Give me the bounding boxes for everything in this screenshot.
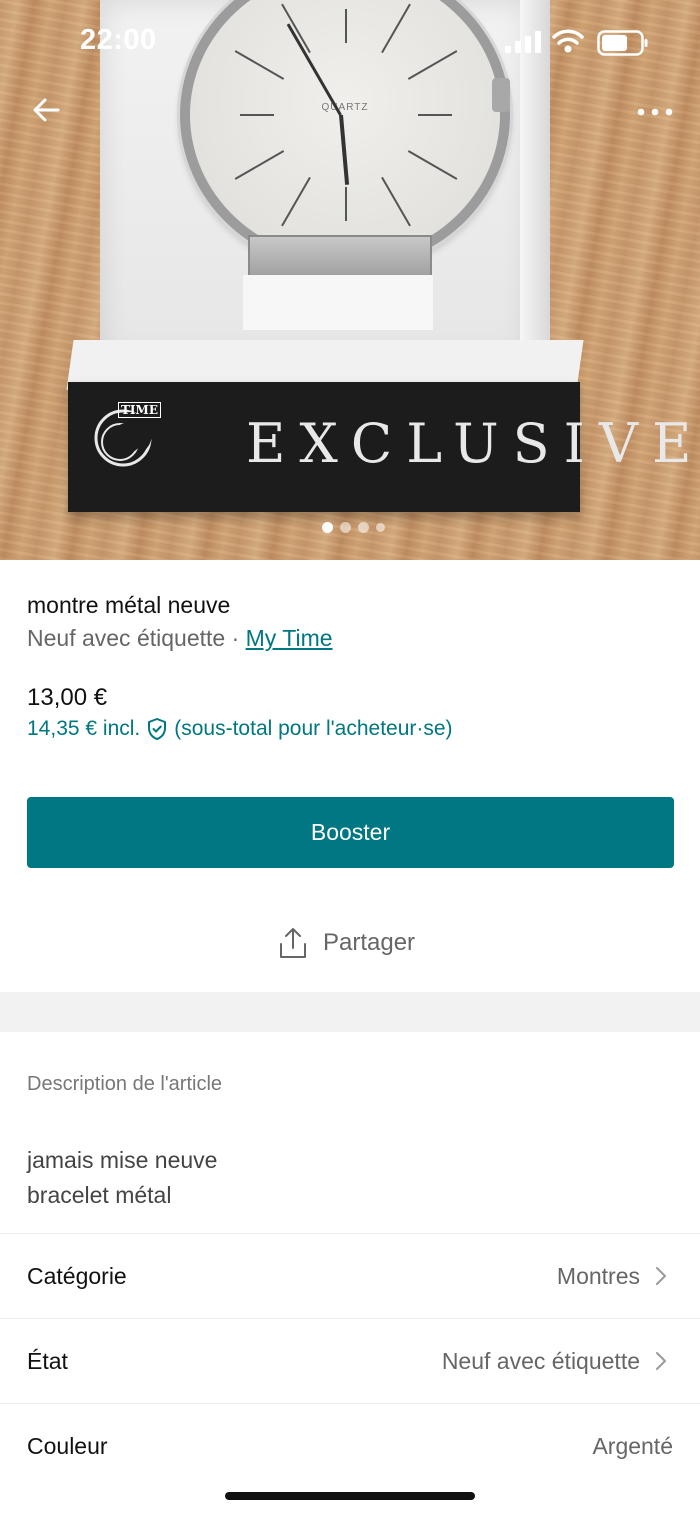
- share-button[interactable]: Partager: [277, 926, 415, 960]
- booster-button[interactable]: Booster: [27, 797, 674, 868]
- dial-tick: [418, 114, 452, 116]
- description-label: Description de l'article: [27, 1073, 223, 1095]
- carousel-dot: [376, 523, 385, 532]
- attribute-value: Neuf avec étiquette: [441, 1347, 640, 1374]
- dial-tick: [407, 150, 458, 180]
- chevron-right-icon: [656, 1352, 666, 1370]
- dial-tick: [240, 114, 274, 116]
- dial-text: QUARTZ: [321, 102, 369, 113]
- more-icon[interactable]: [632, 100, 678, 124]
- battery-icon: [597, 30, 648, 56]
- cellular-signal-icon: [505, 31, 541, 53]
- status-bar: 22:00: [0, 0, 700, 84]
- attribute-key: Couleur: [27, 1432, 108, 1459]
- attribute-row-category[interactable]: Catégorie Montres: [0, 1233, 700, 1318]
- band-text: EXCLUSIVE: [246, 412, 700, 475]
- back-arrow-icon[interactable]: [28, 92, 64, 128]
- chevron-right-icon: [656, 1267, 666, 1285]
- brand-link[interactable]: My Time: [246, 625, 333, 651]
- wifi-icon: [552, 29, 584, 53]
- carousel-dot: [358, 522, 369, 533]
- buyer-price-note: (sous-total pour l'acheteur·se): [174, 717, 453, 740]
- attribute-key: État: [27, 1347, 68, 1374]
- item-title: montre métal neuve: [27, 592, 231, 618]
- hour-hand: [339, 114, 350, 185]
- attribute-row-state[interactable]: État Neuf avec étiquette: [0, 1318, 700, 1403]
- home-indicator: [225, 1492, 475, 1500]
- dial-tick: [234, 150, 285, 180]
- section-divider: [0, 992, 700, 1032]
- buyer-price-value: 14,35 € incl.: [27, 717, 141, 740]
- status-time: 22:00: [80, 24, 157, 56]
- subtitle-separator: ·: [231, 625, 240, 651]
- carousel-dot: [322, 522, 333, 533]
- buyer-price[interactable]: 14,35 € incl. (sous-total pour l'acheteu…: [27, 717, 453, 741]
- attribute-value: Montres: [556, 1262, 640, 1289]
- description-line: jamais mise neuve: [27, 1147, 218, 1173]
- share-icon: [280, 928, 306, 958]
- attribute-row-color: Couleur Argenté: [0, 1403, 700, 1488]
- description-text: jamais mise neuve bracelet métal: [27, 1143, 217, 1213]
- dial-tick: [281, 176, 311, 227]
- attribute-key: Catégorie: [27, 1262, 127, 1289]
- attribute-value: Argenté: [592, 1432, 673, 1459]
- box-band: TIME EXCLUSIVE: [68, 382, 691, 512]
- item-photo[interactable]: QUARTZ TIME EXCLUSIVE: [0, 0, 700, 560]
- item-price: 13,00 €: [27, 684, 108, 711]
- carousel-dot: [340, 522, 351, 533]
- watch-stand: [243, 275, 433, 330]
- share-label: Partager: [323, 929, 416, 956]
- logo-tag: TIME: [118, 402, 161, 418]
- dial-tick: [345, 187, 347, 221]
- carousel-indicator: [322, 522, 385, 533]
- shield-icon: [148, 718, 167, 740]
- item-subtitle: Neuf avec étiquette · My Time: [27, 625, 333, 652]
- dial-tick: [381, 176, 411, 227]
- description-line: bracelet métal: [27, 1182, 172, 1208]
- item-condition: Neuf avec étiquette: [27, 625, 226, 651]
